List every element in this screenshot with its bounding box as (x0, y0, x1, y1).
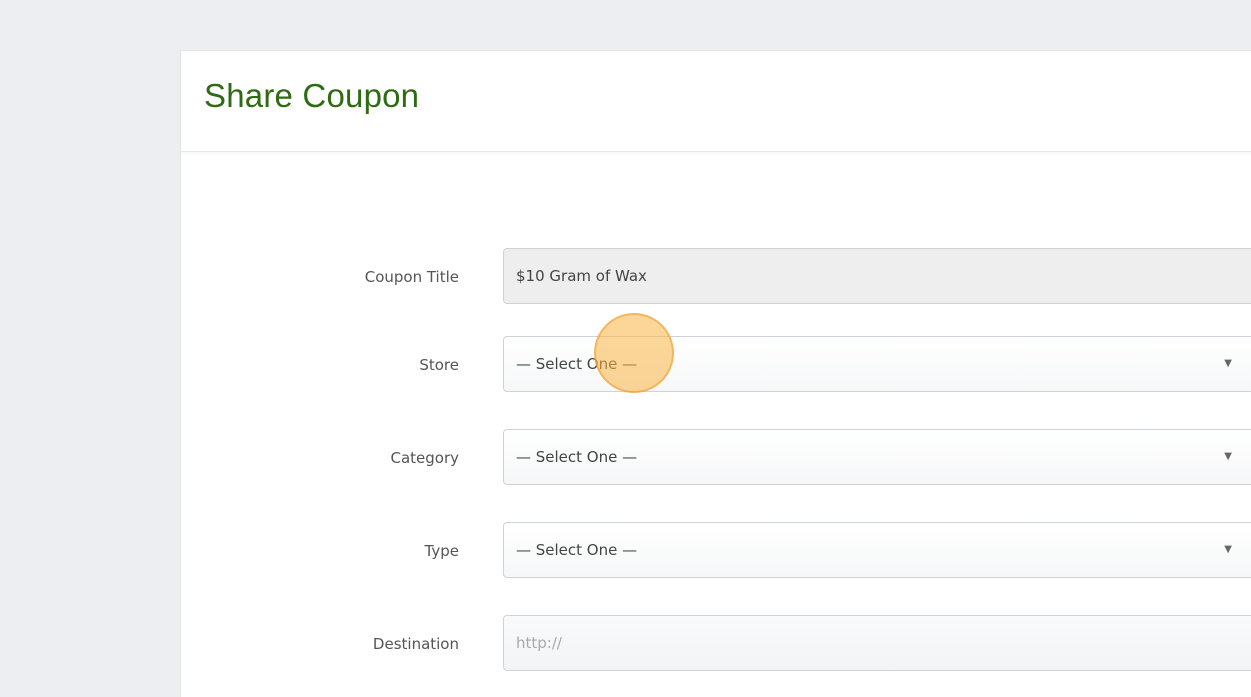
destination-input[interactable]: http:// (503, 615, 1251, 671)
category-select[interactable]: — Select One — ▼ (503, 429, 1251, 485)
caret-down-icon: ▼ (1224, 358, 1232, 369)
category-selected-value: — Select One — (516, 448, 638, 466)
store-row: Store — Select One — ▼ (181, 336, 1251, 394)
type-label: Type (424, 542, 459, 560)
share-coupon-panel: Share Coupon Coupon Title $10 Gram of Wa… (180, 50, 1251, 697)
store-selected-value: — Select One — (516, 355, 638, 373)
destination-row: Destination http:// (181, 615, 1251, 673)
caret-down-icon: ▼ (1224, 544, 1232, 555)
coupon-title-input[interactable]: $10 Gram of Wax (503, 248, 1251, 304)
destination-label: Destination (372, 635, 459, 653)
store-label: Store (419, 356, 459, 374)
category-label: Category (390, 449, 459, 467)
page: Share Coupon Coupon Title $10 Gram of Wa… (0, 0, 1251, 697)
coupon-title-value: $10 Gram of Wax (516, 267, 647, 285)
caret-down-icon: ▼ (1224, 451, 1232, 462)
type-select[interactable]: — Select One — ▼ (503, 522, 1251, 578)
type-selected-value: — Select One — (516, 541, 638, 559)
type-row: Type — Select One — ▼ (181, 522, 1251, 580)
page-title: Share Coupon (204, 77, 420, 114)
coupon-title-row: Coupon Title $10 Gram of Wax (181, 248, 1251, 306)
category-row: Category — Select One — ▼ (181, 429, 1251, 487)
destination-placeholder: http:// (516, 634, 562, 652)
coupon-title-label: Coupon Title (364, 268, 459, 286)
panel-header: Share Coupon (181, 51, 1251, 152)
store-select[interactable]: — Select One — ▼ (503, 336, 1251, 392)
